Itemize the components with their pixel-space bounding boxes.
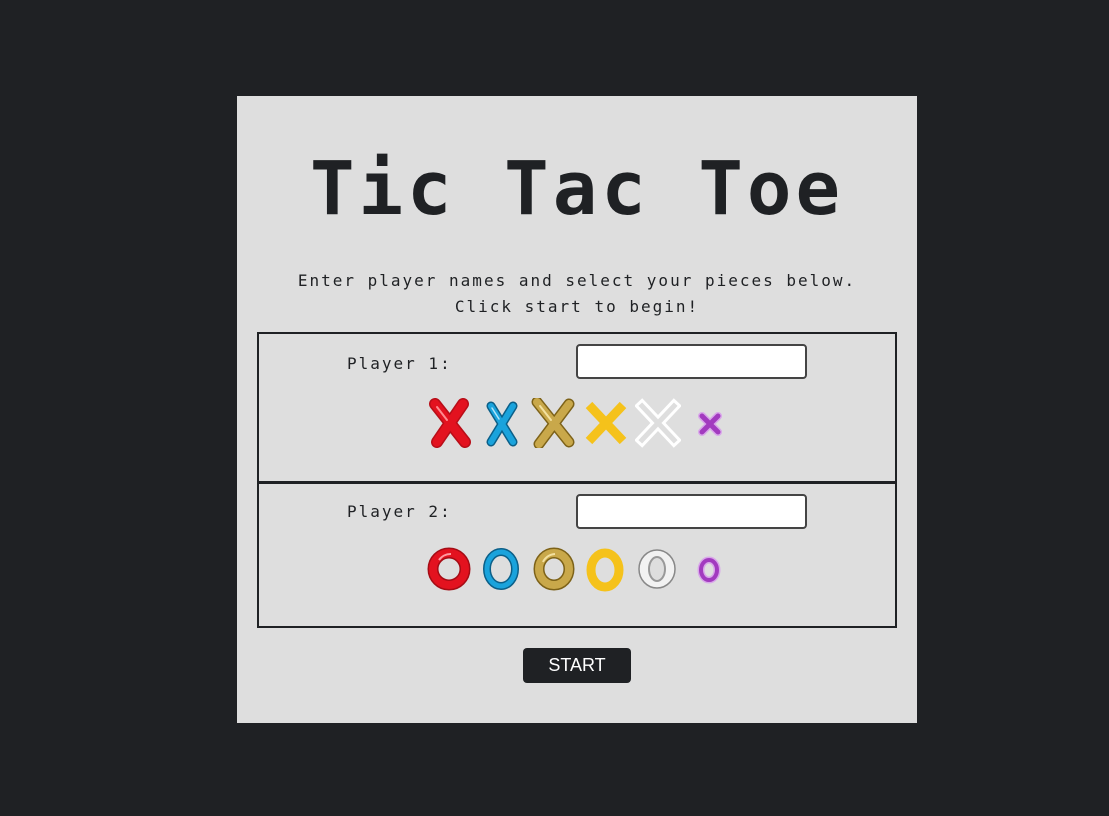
gold-o-icon[interactable] [531,544,577,594]
player-2-label: Player 2: [347,502,452,521]
player-1-panel: Player 1: [257,332,897,483]
player-1-name-input[interactable] [576,344,807,379]
player-1-label: Player 1: [347,354,452,373]
player-2-name-input[interactable] [576,494,807,529]
red-x-icon[interactable] [427,398,473,448]
player-2-panel: Player 2: [257,482,897,628]
gold-x-icon[interactable] [531,398,577,448]
blue-o-icon[interactable] [479,544,525,594]
white-o-icon[interactable] [635,544,681,594]
yellow-o-icon[interactable] [583,544,629,594]
purple-x-icon[interactable] [687,398,733,448]
red-o-icon[interactable] [427,544,473,594]
white-x-icon[interactable] [635,398,681,448]
purple-o-icon[interactable] [687,544,733,594]
player-1-piece-selector [427,398,727,448]
blue-x-icon[interactable] [479,398,525,448]
instructions-line-1: Enter player names and select your piece… [297,271,857,290]
page-title: Tic Tac Toe [309,146,845,232]
instructions: Enter player names and select your piece… [237,268,917,320]
setup-card: Tic Tac Toe Enter player names and selec… [237,96,917,723]
instructions-line-2: Click start to begin! [454,297,700,316]
player-2-piece-selector [427,544,727,594]
start-button[interactable]: START [523,648,631,683]
yellow-x-icon[interactable] [583,398,629,448]
